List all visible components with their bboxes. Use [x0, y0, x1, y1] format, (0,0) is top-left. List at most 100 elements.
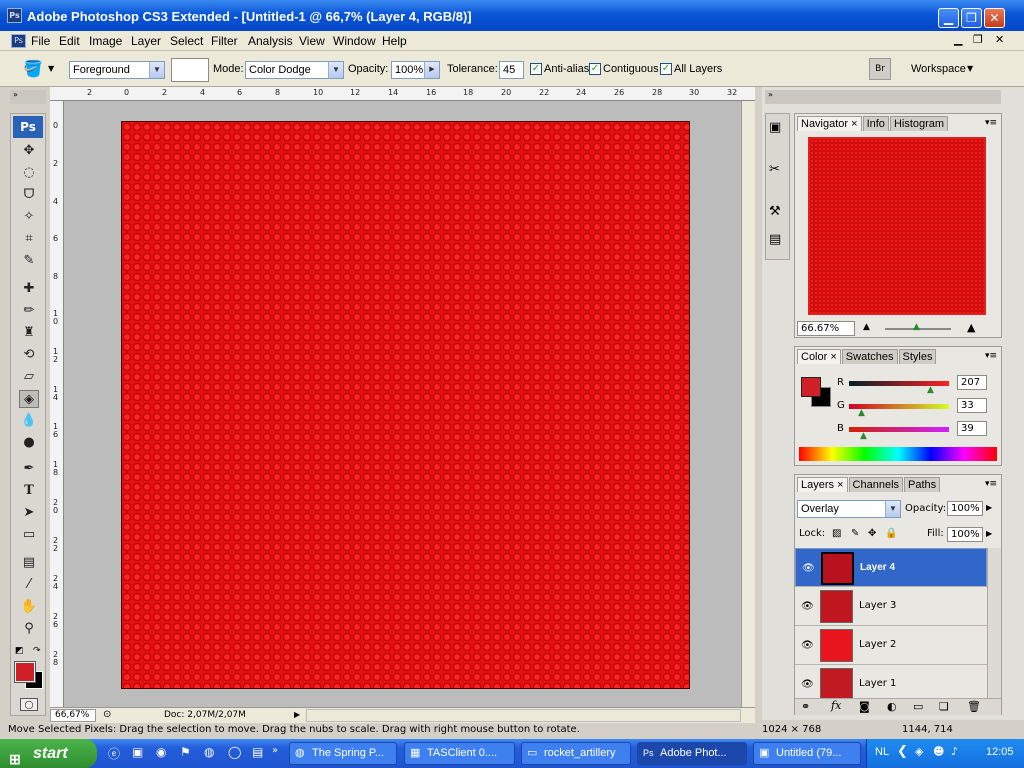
crop-tool-icon[interactable]: ⌗ — [19, 230, 39, 248]
zoom-slider-thumb[interactable]: ▲ — [913, 322, 920, 332]
layer-style-icon[interactable]: fx — [831, 699, 841, 712]
history-brush-tool-icon[interactable]: ⟲ — [19, 346, 39, 364]
task-tasclient[interactable]: ▦ TASClient 0.... — [404, 742, 515, 765]
eraser-tool-icon[interactable]: ▱ — [19, 368, 39, 386]
menu-filter[interactable]: Filter — [211, 34, 238, 48]
panel-menu-icon[interactable]: ▾≡ — [985, 118, 997, 128]
rectangle-tool-icon[interactable]: ▭ — [19, 526, 39, 544]
new-layer-icon[interactable]: ❏ — [939, 700, 949, 713]
quicklaunch-media-icon[interactable]: ◉ — [156, 745, 166, 759]
start-button[interactable]: ⊞ start — [0, 739, 97, 768]
paint-bucket-tool-icon[interactable]: ◈ — [19, 390, 39, 408]
tab-swatches[interactable]: Swatches — [841, 349, 898, 364]
navigator-preview[interactable] — [808, 137, 986, 315]
tab-layers[interactable]: Layers × — [797, 477, 848, 492]
fill-input[interactable]: 100% — [947, 527, 983, 542]
workspace-button[interactable]: Workspace — [911, 63, 966, 75]
language-indicator[interactable]: NL — [875, 746, 889, 758]
menu-help[interactable]: Help — [382, 34, 407, 48]
tray-messenger-icon[interactable]: ☻ — [933, 745, 944, 758]
visibility-eye-icon[interactable]: 👁 — [801, 679, 814, 690]
move-tool-icon[interactable]: ✥ — [19, 142, 39, 160]
layer-row-4[interactable]: 👁 Layer 4 — [795, 548, 987, 587]
task-spring[interactable]: ◍ The Spring P... — [289, 742, 397, 765]
foreground-color-swatch[interactable] — [14, 661, 36, 683]
visibility-eye-icon[interactable]: 👁 — [802, 563, 815, 574]
swap-colors-icon[interactable]: ↷ — [33, 646, 41, 656]
menu-view[interactable]: View — [299, 34, 325, 48]
default-colors-icon[interactable]: ◩ — [15, 646, 24, 656]
task-untitled[interactable]: ▣ Untitled (79... — [753, 742, 861, 765]
paint-bucket-preset-icon[interactable]: 🪣 — [20, 59, 46, 81]
layer-comps-icon[interactable]: ▤ — [769, 232, 781, 247]
antialias-checkbox[interactable]: ✓ — [530, 63, 542, 75]
quick-mask-icon[interactable]: ◯ — [20, 698, 38, 711]
actions-icon[interactable]: ✂ — [769, 162, 780, 177]
tray-volume-icon[interactable]: ♪ — [951, 745, 958, 758]
hand-tool-icon[interactable]: ✋ — [19, 598, 39, 616]
magic-wand-tool-icon[interactable]: ✧ — [19, 208, 39, 226]
tab-color[interactable]: Color × — [797, 349, 841, 364]
menu-file[interactable]: File — [31, 34, 50, 48]
close-button[interactable]: ✕ — [984, 8, 1005, 28]
navigator-zoom-input[interactable]: 66.67% — [797, 321, 855, 336]
blend-mode-select[interactable]: Overlay ▼ — [797, 500, 901, 518]
pattern-picker[interactable] — [171, 58, 209, 82]
bridge-icon[interactable]: Br — [869, 58, 891, 80]
tray-network-icon[interactable]: ◈ — [915, 745, 923, 758]
maximize-button[interactable]: ❐ — [961, 8, 982, 28]
history-icon[interactable]: ▣ — [769, 120, 781, 135]
doc-minimize-icon[interactable]: ▁ — [954, 33, 962, 46]
slice-tool-icon[interactable]: ✎ — [19, 252, 39, 270]
tab-styles[interactable]: Styles — [898, 349, 937, 364]
blue-slider-thumb[interactable]: ▲ — [860, 431, 867, 441]
quicklaunch-window-icon[interactable]: ▤ — [252, 745, 263, 759]
red-slider-thumb[interactable]: ▲ — [927, 385, 934, 395]
close-tab-icon[interactable]: × — [851, 118, 857, 130]
new-group-icon[interactable]: ▭ — [913, 700, 923, 713]
color-spectrum-bar[interactable] — [799, 447, 997, 461]
tray-back-icon[interactable]: ❮ — [897, 744, 908, 759]
lock-transparency-icon[interactable]: ▨ — [832, 528, 841, 539]
zoom-out-icon[interactable]: ▲ — [863, 322, 870, 332]
tab-channels[interactable]: Channels — [848, 477, 904, 492]
delete-layer-icon[interactable]: 🗑 — [967, 700, 981, 713]
quicklaunch-firefox-icon[interactable]: ◍ — [204, 745, 214, 759]
notes-tool-icon[interactable]: ▤ — [19, 554, 39, 572]
mode-select[interactable]: Color Dodge ▼ — [245, 61, 344, 79]
chevron-right-icon[interactable]: ▶ — [986, 503, 992, 512]
close-tab-icon[interactable]: × — [830, 351, 836, 363]
layer-row-1[interactable]: 👁 Layer 1 — [795, 665, 987, 698]
minimize-button[interactable]: ▁ — [938, 8, 959, 28]
canvas-image[interactable] — [121, 121, 690, 689]
red-slider[interactable] — [849, 381, 949, 386]
doc-restore-icon[interactable]: ❐ — [973, 33, 983, 46]
chevron-right-icon[interactable]: ▶ — [986, 529, 992, 538]
lock-position-icon[interactable]: ✥ — [868, 528, 876, 539]
panel-menu-icon[interactable]: ▾≡ — [985, 479, 997, 489]
clone-stamp-tool-icon[interactable]: ♜ — [19, 324, 39, 342]
toolbox-header[interactable]: » — [10, 90, 46, 104]
lock-pixels-icon[interactable]: ✎ — [851, 528, 859, 539]
opacity-input[interactable]: 100% ▶ — [391, 61, 440, 79]
menu-analysis[interactable]: Analysis — [248, 34, 293, 48]
status-menu-arrow-icon[interactable]: ▶ — [294, 710, 300, 719]
menu-select[interactable]: Select — [170, 34, 203, 48]
red-input[interactable]: 207 — [957, 375, 987, 390]
green-input[interactable]: 33 — [957, 398, 987, 413]
layer-opacity-input[interactable]: 100% — [947, 501, 983, 516]
task-photoshop[interactable]: Ps Adobe Phot... — [637, 742, 747, 765]
menu-edit[interactable]: Edit — [59, 34, 80, 48]
vertical-scrollbar[interactable] — [741, 101, 755, 707]
tab-navigator[interactable]: Navigator × — [797, 116, 862, 131]
preset-dropdown-arrow-icon[interactable]: ▼ — [48, 64, 54, 73]
lasso-tool-icon[interactable]: ᗜ — [19, 186, 39, 204]
blue-input[interactable]: 39 — [957, 421, 987, 436]
blur-tool-icon[interactable]: 💧 — [19, 412, 39, 430]
path-selection-tool-icon[interactable]: ➤ — [19, 504, 39, 522]
menu-window[interactable]: Window — [333, 34, 376, 48]
marquee-tool-icon[interactable]: ◌ — [19, 164, 39, 182]
fill-source-select[interactable]: Foreground ▼ — [69, 61, 165, 79]
panel-dock-header[interactable]: » — [765, 90, 1001, 104]
tolerance-input[interactable]: 45 — [499, 61, 524, 79]
